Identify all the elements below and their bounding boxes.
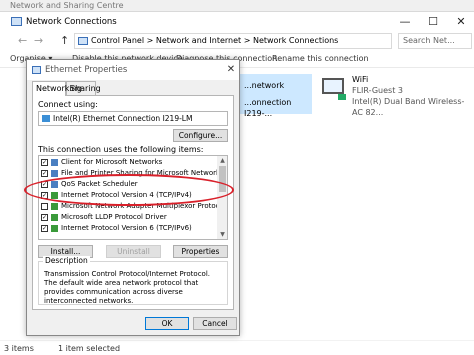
maximize-button[interactable]: ☐ (420, 12, 446, 32)
up-arrow-icon[interactable]: ↑ (60, 34, 69, 47)
control-panel-icon (78, 37, 88, 45)
rename-command[interactable]: Rename this connection (272, 50, 369, 68)
wifi-adapter: Intel(R) Dual Band Wireless-AC 82... (352, 97, 465, 117)
uninstall-button[interactable]: Uninstall (106, 245, 161, 258)
ethernet-line1: ...network (244, 81, 285, 90)
minimize-button[interactable]: — (392, 12, 418, 32)
protocol-icon (51, 203, 58, 210)
breadcrumb-control-panel[interactable]: Control Panel (91, 36, 144, 45)
protocol-icon (51, 225, 58, 232)
signal-icon (338, 94, 346, 100)
address-bar[interactable]: Control Panel > Network and Internet > N… (74, 33, 392, 49)
status-bar: 3 items 1 item selected (0, 340, 474, 355)
cancel-button[interactable]: Cancel (193, 317, 237, 330)
protocol-icon (51, 214, 58, 221)
network-folder-icon (11, 17, 22, 26)
item-label: Internet Protocol Version 6 (TCP/IPv6) (61, 224, 192, 232)
adapter-name: Intel(R) Ethernet Connection I219-LM (53, 114, 193, 123)
network-connections-titlebar: Network Connections — ☐ ✕ (0, 12, 474, 32)
background-window-title: Network and Sharing Centre (0, 0, 474, 12)
list-item[interactable]: ✓ Microsoft LLDP Protocol Driver (41, 212, 216, 223)
breadcrumb-separator: > (146, 36, 154, 45)
sharing-icon (51, 170, 58, 177)
ethernet-connection-item[interactable]: ...network ...onnection I219-... (240, 74, 312, 118)
adapter-field: Intel(R) Ethernet Connection I219-LM (38, 111, 228, 126)
address-bar-row: ← → ↑ Control Panel > Network and Intern… (0, 32, 474, 50)
wifi-adapter-icon (322, 78, 344, 94)
breadcrumb-network-connections[interactable]: Network Connections (253, 36, 338, 45)
scroll-down-icon[interactable]: ▼ (217, 230, 227, 239)
close-window-button[interactable]: ✕ (448, 12, 474, 32)
back-arrow-icon[interactable]: ← (18, 34, 27, 47)
dialog-title: Ethernet Properties (45, 65, 128, 75)
breadcrumb-network-internet[interactable]: Network and Internet (156, 36, 241, 45)
description-label: Description (43, 256, 90, 265)
item-checkbox[interactable]: ✓ (41, 159, 48, 166)
list-item[interactable]: ✓ Client for Microsoft Networks (41, 157, 216, 168)
forward-arrow-icon[interactable]: → (34, 34, 43, 47)
search-input[interactable]: Search Net... (398, 33, 472, 49)
configure-button[interactable]: Configure... (173, 129, 228, 142)
item-label: Microsoft LLDP Protocol Driver (61, 213, 167, 221)
breadcrumb-separator: > (243, 36, 251, 45)
ok-button[interactable]: OK (145, 317, 189, 330)
item-count: 3 items (4, 344, 34, 353)
ethernet-icon (32, 66, 41, 74)
selected-count: 1 item selected (58, 344, 121, 353)
item-checkbox[interactable]: ✓ (41, 170, 48, 177)
wifi-connection-item[interactable]: WiFi FLIR-Guest 3 Intel(R) Dual Band Wir… (352, 74, 474, 118)
items-label: This connection uses the following items… (38, 145, 204, 154)
tab-networking[interactable]: Networking (32, 81, 82, 96)
item-checkbox[interactable]: ✓ (41, 225, 48, 232)
item-label: Client for Microsoft Networks (61, 158, 163, 166)
window-title: Network Connections (26, 17, 117, 27)
description-group: Description Transmission Control Protoco… (38, 256, 228, 305)
connect-using-label: Connect using: (38, 100, 98, 109)
dialog-titlebar: Ethernet Properties (27, 60, 239, 80)
description-text: Transmission Control Protocol/Internet P… (44, 270, 210, 305)
properties-button[interactable]: Properties (173, 245, 228, 258)
ethernet-line2: ...onnection I219-... (244, 98, 292, 118)
item-checkbox[interactable]: ✓ (41, 214, 48, 221)
wifi-name: WiFi (352, 75, 369, 84)
item-checkbox[interactable] (41, 203, 48, 210)
client-icon (51, 159, 58, 166)
dialog-close-button[interactable]: ✕ (223, 60, 239, 80)
wifi-ssid: FLIR-Guest 3 (352, 86, 403, 95)
network-adapter-icon (42, 115, 50, 122)
list-item[interactable]: ✓ Internet Protocol Version 6 (TCP/IPv6) (41, 223, 216, 234)
highlight-annotation-ring (24, 174, 234, 206)
scroll-up-icon[interactable]: ▲ (217, 156, 227, 165)
